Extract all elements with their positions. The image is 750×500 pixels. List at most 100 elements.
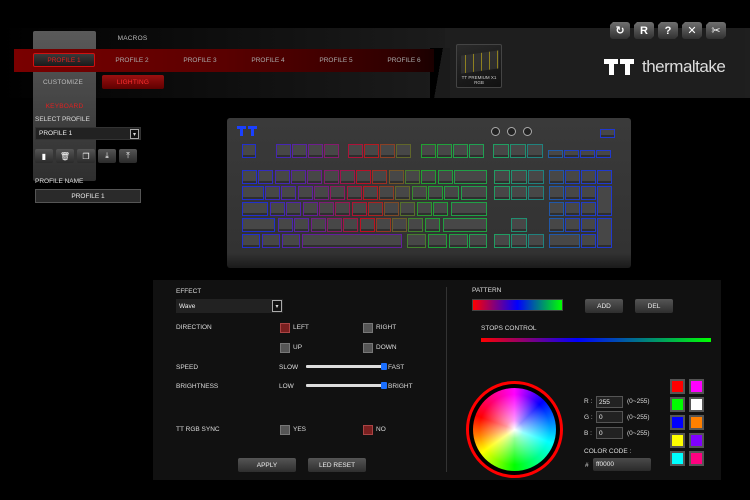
- keyboard-key[interactable]: [549, 234, 580, 248]
- tab-profile-3[interactable]: PROFILE 3: [169, 53, 231, 67]
- keyboard-key[interactable]: [549, 170, 564, 184]
- tab-profile-1[interactable]: PROFILE 1: [33, 53, 95, 67]
- delete-pattern-button[interactable]: DEL: [635, 299, 673, 313]
- keyboard-key[interactable]: [444, 186, 460, 200]
- color-swatch[interactable]: [670, 433, 685, 448]
- g-input[interactable]: 0: [596, 411, 623, 423]
- keyboard-key[interactable]: [581, 218, 596, 232]
- keyboard-key[interactable]: [469, 234, 487, 248]
- keyboard-key[interactable]: [407, 234, 426, 248]
- keyboard-key[interactable]: [356, 170, 372, 184]
- keyboard-key[interactable]: [469, 144, 484, 158]
- keyboard-key[interactable]: [302, 234, 402, 248]
- keyboard-key[interactable]: [292, 144, 307, 158]
- tab-macros[interactable]: MACROS: [105, 31, 160, 45]
- keyboard-key[interactable]: [494, 170, 510, 184]
- keyboard-key[interactable]: [294, 218, 310, 232]
- keyboard-key[interactable]: [428, 186, 443, 200]
- keyboard-key[interactable]: [511, 170, 527, 184]
- brightness-slider[interactable]: [306, 382, 387, 389]
- keyboard-key[interactable]: [270, 202, 285, 216]
- speed-slider[interactable]: [306, 363, 387, 370]
- keyboard-key[interactable]: [278, 218, 293, 232]
- keyboard-key[interactable]: [274, 170, 290, 184]
- color-swatch[interactable]: [670, 451, 685, 466]
- keyboard-key[interactable]: [421, 170, 437, 184]
- tab-profile-5[interactable]: PROFILE 5: [305, 53, 367, 67]
- keyboard-key[interactable]: [297, 186, 313, 200]
- keyboard-key[interactable]: [302, 202, 318, 216]
- apply-button[interactable]: APPLY: [238, 458, 296, 472]
- keyboard-key[interactable]: [581, 234, 596, 248]
- chevron-down-icon[interactable]: ▾: [130, 129, 139, 139]
- color-swatch[interactable]: [689, 433, 704, 448]
- sync-no-checkbox[interactable]: [363, 425, 373, 435]
- keyboard-key[interactable]: [307, 170, 323, 184]
- chevron-down-icon[interactable]: ▾: [272, 300, 282, 312]
- keyboard-key[interactable]: [549, 186, 564, 200]
- keyboard-key[interactable]: [494, 186, 510, 200]
- color-swatch[interactable]: [670, 397, 685, 412]
- keyboard-key[interactable]: [367, 202, 383, 216]
- keyboard-key[interactable]: [443, 218, 487, 232]
- keyboard-key[interactable]: [437, 144, 452, 158]
- keyboard-key[interactable]: [581, 170, 596, 184]
- copy-profile-icon[interactable]: ❐: [77, 149, 95, 163]
- tab-profile-6[interactable]: PROFILE 6: [373, 53, 435, 67]
- keyboard-key[interactable]: [359, 218, 375, 232]
- keyboard-key[interactable]: [528, 170, 544, 184]
- keyboard-key[interactable]: [395, 186, 411, 200]
- keyboard-key[interactable]: [324, 144, 339, 158]
- speed-slider-thumb[interactable]: [381, 363, 387, 370]
- r-input[interactable]: 255: [596, 396, 623, 408]
- keyboard-key[interactable]: [364, 144, 379, 158]
- tab-customize[interactable]: CUSTOMIZE: [33, 75, 93, 89]
- color-swatch[interactable]: [689, 415, 704, 430]
- keyboard-key[interactable]: [527, 144, 543, 158]
- export-icon[interactable]: ⤒: [119, 149, 137, 163]
- keyboard-key[interactable]: [528, 234, 544, 248]
- keyboard-key[interactable]: [449, 234, 468, 248]
- b-input[interactable]: 0: [596, 427, 623, 439]
- keyboard-key[interactable]: [600, 129, 615, 138]
- keyboard-key[interactable]: [351, 202, 367, 216]
- keyboard-key[interactable]: [258, 170, 274, 184]
- keyboard-key[interactable]: [343, 218, 359, 232]
- keyboard-key[interactable]: [339, 170, 355, 184]
- keyboard-key[interactable]: [396, 144, 411, 158]
- direction-up-checkbox[interactable]: [280, 343, 290, 353]
- keyboard-key[interactable]: [335, 202, 351, 216]
- keyboard-key[interactable]: [597, 218, 612, 248]
- new-profile-icon[interactable]: ▮: [35, 149, 53, 163]
- keyboard-key[interactable]: [330, 186, 346, 200]
- color-code-input[interactable]: ff0000: [593, 458, 651, 471]
- direction-right-checkbox[interactable]: [363, 323, 373, 333]
- keyboard-key[interactable]: [308, 144, 323, 158]
- keyboard-key[interactable]: [581, 202, 596, 216]
- delete-profile-icon[interactable]: 🗑: [56, 149, 74, 163]
- led-reset-button[interactable]: LED RESET: [308, 458, 366, 472]
- keyboard-key[interactable]: [313, 186, 329, 200]
- keyboard-key[interactable]: [362, 186, 378, 200]
- keyboard-key[interactable]: [461, 186, 487, 200]
- keyboard-key[interactable]: [384, 202, 400, 216]
- keyboard-key[interactable]: [454, 170, 487, 184]
- keyboard-key[interactable]: [400, 202, 416, 216]
- keyboard-key[interactable]: [528, 186, 544, 200]
- stops-control-bar[interactable]: [481, 338, 711, 342]
- keyboard-key[interactable]: [242, 202, 268, 216]
- add-pattern-button[interactable]: ADD: [585, 299, 623, 313]
- keyboard-key[interactable]: [380, 144, 395, 158]
- keyboard-key[interactable]: [242, 218, 275, 232]
- keyboard-key[interactable]: [580, 150, 595, 158]
- keyboard-key[interactable]: [428, 234, 447, 248]
- sync-yes-checkbox[interactable]: [280, 425, 290, 435]
- keyboard-key[interactable]: [511, 186, 527, 200]
- tab-profile-4[interactable]: PROFILE 4: [237, 53, 299, 67]
- color-swatch[interactable]: [670, 415, 685, 430]
- media-button-icon[interactable]: [523, 127, 532, 136]
- keyboard-key[interactable]: [511, 234, 527, 248]
- color-wheel[interactable]: [473, 388, 556, 471]
- keyboard-key[interactable]: [348, 144, 363, 158]
- keyboard-key[interactable]: [408, 218, 424, 232]
